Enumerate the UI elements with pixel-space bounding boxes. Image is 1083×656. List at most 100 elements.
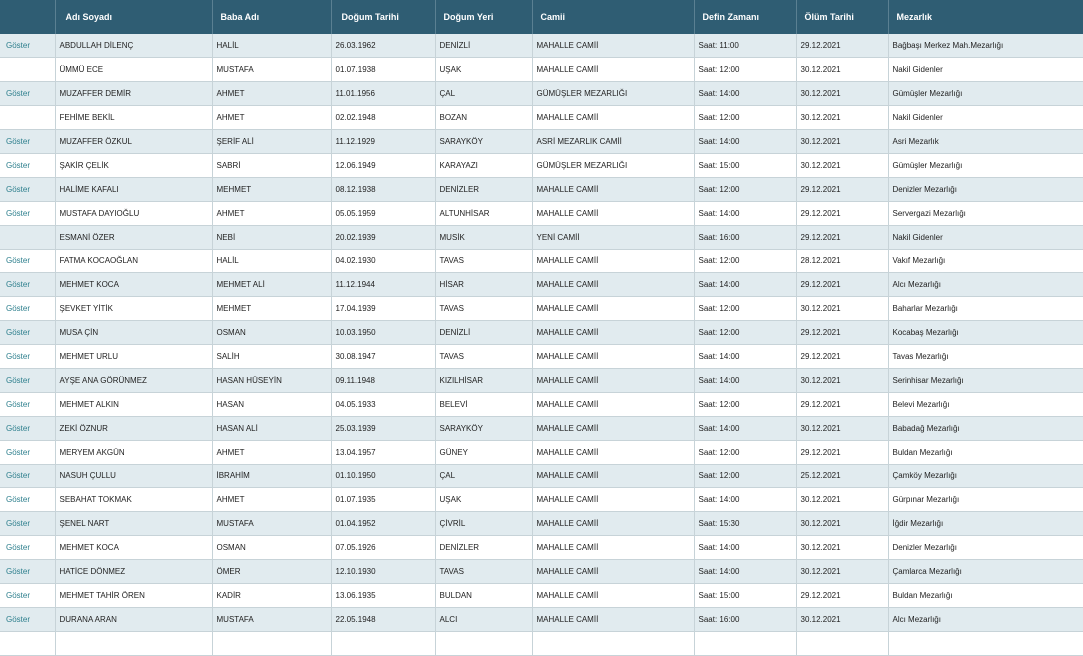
empty-cell <box>694 631 797 656</box>
show-link[interactable]: Göster <box>0 320 56 346</box>
table-row: FEHİME BEKİL AHMET 02.02.1948 BOZAN MAHALLE … <box>0 105 1083 131</box>
empty-cell <box>0 631 56 656</box>
cell-name: ZEKİ ÖZNUR <box>55 416 213 441</box>
show-link[interactable]: Göster <box>0 583 56 608</box>
cell-mosque: MAHALLE CAMİİ <box>532 583 695 608</box>
cell-death-date: 30.12.2021 <box>796 57 889 83</box>
show-link[interactable]: Göster <box>0 440 56 465</box>
table-row: Göster SEBAHAT TOKMAK AHMET 01.07.1935 UŞAK M… <box>0 487 1083 513</box>
cell-birth-date: 30.08.1947 <box>331 344 436 369</box>
cell-cemetery: Çamköy Mezarlığı <box>888 464 1083 489</box>
cell-birth-place: KIZILHİSAR <box>435 368 533 393</box>
table-row: Göster HALİME KAFALI MEHMET 08.12.1938 DENİZ… <box>0 177 1083 202</box>
show-link[interactable]: Göster <box>0 129 56 154</box>
cell-birth-place: BULDAN <box>435 583 533 608</box>
show-link[interactable]: Göster <box>0 559 56 584</box>
cell-cemetery: Servergazi Mezarlığı <box>888 201 1083 226</box>
header-action <box>0 0 56 34</box>
cell-father-name: MEHMET <box>212 177 332 202</box>
show-link[interactable]: Göster <box>0 464 56 489</box>
cell-father-name: MUSTAFA <box>212 57 332 83</box>
cell-father-name: SABRİ <box>212 153 332 178</box>
empty-cell <box>212 631 332 656</box>
cell-name: MUSTAFA DAYIOĞLU <box>55 201 213 226</box>
table-row: Göster MEHMET URLU SALİH 30.08.1947 TAVAS MAH… <box>0 344 1083 369</box>
cell-birth-date: 08.12.1938 <box>331 177 436 202</box>
cell-death-date: 30.12.2021 <box>796 559 889 584</box>
cell-birth-date: 04.05.1933 <box>331 392 436 417</box>
cell-burial-time: Saat: 12:00 <box>694 105 797 131</box>
cell-name: MEHMET KOCA <box>55 535 213 561</box>
show-link[interactable]: Göster <box>0 511 56 537</box>
cell-father-name: OSMAN <box>212 535 332 561</box>
cell-cemetery: Kocabaş Mezarlığı <box>888 320 1083 346</box>
cell-birth-place: DENİZLİ <box>435 320 533 346</box>
show-link[interactable]: Göster <box>0 153 56 178</box>
cell-name: ŞAKİR ÇELİK <box>55 153 213 178</box>
show-link[interactable]: Göster <box>0 249 56 274</box>
cell-birth-date: 20.02.1939 <box>331 225 436 250</box>
show-link[interactable]: Göster <box>0 535 56 561</box>
empty-action-cell <box>0 225 56 250</box>
cell-cemetery: Alcı Mezarlığı <box>888 607 1083 632</box>
show-link[interactable]: Göster <box>0 368 56 393</box>
cell-birth-date: 09.11.1948 <box>331 368 436 393</box>
show-link[interactable]: Göster <box>0 607 56 632</box>
table-row: Göster ZEKİ ÖZNUR HASAN ALİ 25.03.1939 SARAY… <box>0 416 1083 441</box>
cell-birth-place: UŞAK <box>435 487 533 513</box>
show-link[interactable]: Göster <box>0 177 56 202</box>
table-row: Göster NASUH ÇULLU İBRAHİM 01.10.1950 ÇAL MAH… <box>0 464 1083 489</box>
empty-action-cell <box>0 57 56 83</box>
cell-cemetery: Çamlarca Mezarlığı <box>888 559 1083 584</box>
cell-birth-place: GÜNEY <box>435 440 533 465</box>
cell-birth-place: BOZAN <box>435 105 533 131</box>
cell-father-name: HALİL <box>212 249 332 274</box>
cell-birth-date: 11.01.1956 <box>331 81 436 107</box>
cell-death-date: 25.12.2021 <box>796 464 889 489</box>
cell-name: NASUH ÇULLU <box>55 464 213 489</box>
cell-death-date: 30.12.2021 <box>796 129 889 154</box>
cell-death-date: 29.12.2021 <box>796 225 889 250</box>
cell-cemetery: Denizler Mezarlığı <box>888 535 1083 561</box>
cell-cemetery: Gümüşler Mezarlığı <box>888 153 1083 178</box>
cell-cemetery: Belevi Mezarlığı <box>888 392 1083 417</box>
show-link[interactable]: Göster <box>0 81 56 107</box>
show-link[interactable]: Göster <box>0 392 56 417</box>
cell-birth-place: ALTUNHİSAR <box>435 201 533 226</box>
cell-birth-date: 17.04.1939 <box>331 296 436 322</box>
cell-name: DURANA ARAN <box>55 607 213 632</box>
table-row: Göster ŞENEL NART MUSTAFA 01.04.1952 ÇİVRİL M… <box>0 511 1083 537</box>
cell-burial-time: Saat: 14:00 <box>694 344 797 369</box>
cell-cemetery: İğdir Mezarlığı <box>888 511 1083 537</box>
cell-mosque: MAHALLE CAMİİ <box>532 34 695 59</box>
header-mosque: Camii <box>532 0 695 34</box>
empty-cell <box>331 631 436 656</box>
cell-birth-date: 02.02.1948 <box>331 105 436 131</box>
cell-death-date: 30.12.2021 <box>796 511 889 537</box>
show-link[interactable]: Göster <box>0 272 56 298</box>
show-link[interactable]: Göster <box>0 344 56 369</box>
cell-name: MEHMET ALKIN <box>55 392 213 417</box>
cell-cemetery: Baharlar Mezarlığı <box>888 296 1083 322</box>
cell-death-date: 28.12.2021 <box>796 249 889 274</box>
cell-birth-place: ÇAL <box>435 81 533 107</box>
cell-mosque: MAHALLE CAMİİ <box>532 57 695 83</box>
show-link[interactable]: Göster <box>0 416 56 441</box>
empty-action-cell <box>0 105 56 131</box>
cell-birth-date: 13.06.1935 <box>331 583 436 608</box>
show-link[interactable]: Göster <box>0 296 56 322</box>
show-link[interactable]: Göster <box>0 487 56 513</box>
show-link[interactable]: Göster <box>0 201 56 226</box>
cell-father-name: HASAN ALİ <box>212 416 332 441</box>
table-row: Göster MEHMET KOCA OSMAN 07.05.1926 DENİZLER… <box>0 535 1083 561</box>
cell-burial-time: Saat: 15:00 <box>694 583 797 608</box>
cell-mosque: MAHALLE CAMİİ <box>532 416 695 441</box>
cell-birth-date: 12.06.1949 <box>331 153 436 178</box>
show-link[interactable]: Göster <box>0 34 56 59</box>
cell-death-date: 29.12.2021 <box>796 201 889 226</box>
cell-birth-date: 13.04.1957 <box>331 440 436 465</box>
cell-death-date: 29.12.2021 <box>796 583 889 608</box>
table-body: Göster ABDULLAH DİLENÇ HALİL 26.03.1962 DENİ… <box>0 34 1083 656</box>
table-header: Adı Soyadı Baba Adı Doğum Tarihi Doğum Y… <box>0 0 1083 34</box>
cell-burial-time: Saat: 12:00 <box>694 296 797 322</box>
